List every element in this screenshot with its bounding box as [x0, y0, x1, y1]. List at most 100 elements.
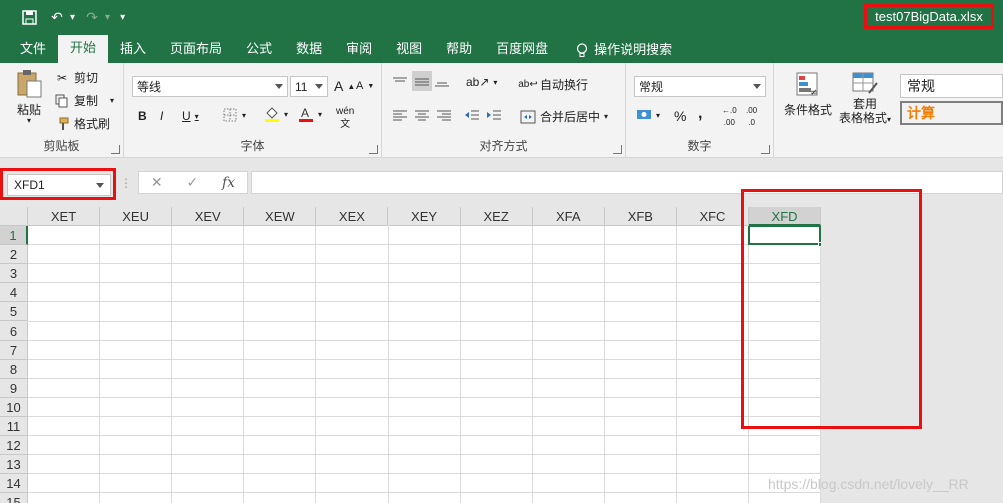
- format-painter-button[interactable]: 格式刷: [54, 115, 110, 132]
- tab-home[interactable]: 开始: [58, 35, 109, 63]
- row-header-2[interactable]: 2: [0, 245, 28, 265]
- cancel-icon[interactable]: ✕: [151, 174, 163, 191]
- redo-dropdown-icon[interactable]: ▾: [105, 12, 110, 23]
- top-align-button[interactable]: [392, 75, 408, 89]
- enter-icon[interactable]: ✓: [186, 174, 198, 191]
- name-box-dropdown-icon[interactable]: [96, 183, 104, 188]
- row-header-13[interactable]: 13: [0, 455, 28, 475]
- tab-help[interactable]: 帮助: [434, 37, 484, 63]
- save-icon[interactable]: [18, 6, 40, 28]
- align-center-button[interactable]: [414, 108, 430, 122]
- column-header-xey[interactable]: XEY: [388, 207, 461, 226]
- align-right-button[interactable]: [436, 108, 452, 122]
- column-header-xez[interactable]: XEZ: [460, 207, 533, 226]
- underline-button[interactable]: U ▾: [182, 109, 199, 123]
- tab-formulas[interactable]: 公式: [234, 37, 284, 63]
- format-as-table-dropdown-icon[interactable]: ▾: [887, 115, 891, 124]
- tab-baidu-netdisk[interactable]: 百度网盘: [484, 37, 560, 63]
- style-calculation[interactable]: 计算: [900, 101, 1003, 125]
- cells-area[interactable]: [28, 225, 824, 503]
- row-header-15[interactable]: 15: [0, 493, 28, 503]
- row-header-14[interactable]: 14: [0, 474, 28, 494]
- column-header-xew[interactable]: XEW: [244, 207, 317, 226]
- undo-icon[interactable]: ↶: [46, 6, 68, 28]
- row-header-8[interactable]: 8: [0, 359, 28, 379]
- row-header-4[interactable]: 4: [0, 283, 28, 303]
- tab-review[interactable]: 审阅: [334, 37, 384, 63]
- accounting-format-button[interactable]: ▾: [636, 108, 660, 122]
- tab-page-layout[interactable]: 页面布局: [158, 37, 234, 63]
- bottom-align-button[interactable]: [434, 75, 450, 89]
- tab-data[interactable]: 数据: [284, 37, 334, 63]
- increase-indent-button[interactable]: [486, 108, 502, 122]
- underline-dropdown-icon[interactable]: ▾: [195, 112, 199, 121]
- tab-file[interactable]: 文件: [8, 37, 58, 63]
- row-header-9[interactable]: 9: [0, 378, 28, 398]
- wrap-text-button[interactable]: ab↩ 自动换行: [518, 76, 588, 93]
- merge-center-dropdown-icon[interactable]: ▾: [604, 112, 608, 121]
- font-launcher-icon[interactable]: [369, 145, 378, 154]
- conditional-formatting-button[interactable]: ≠ 条件格式: [782, 71, 834, 118]
- column-header-xeu[interactable]: XEU: [100, 207, 173, 226]
- percent-button[interactable]: %: [674, 108, 686, 124]
- insert-function-icon[interactable]: fx: [222, 175, 235, 191]
- merge-center-button[interactable]: 合并后居中 ▾: [520, 108, 608, 125]
- shrink-font-button[interactable]: A ▼: [356, 80, 374, 92]
- align-left-button[interactable]: [392, 108, 408, 122]
- redo-icon[interactable]: ↷: [81, 6, 103, 28]
- row-header-3[interactable]: 3: [0, 264, 28, 284]
- row-header-12[interactable]: 12: [0, 436, 28, 456]
- select-all-corner[interactable]: [0, 207, 28, 226]
- name-box[interactable]: XFD1: [7, 174, 111, 196]
- undo-dropdown-icon[interactable]: ▾: [70, 12, 75, 23]
- borders-button[interactable]: ▾: [222, 108, 246, 122]
- row-header-7[interactable]: 7: [0, 340, 28, 360]
- paste-button[interactable]: 粘贴 ▾: [12, 69, 46, 125]
- column-header-xfa[interactable]: XFA: [532, 207, 605, 226]
- borders-dropdown-icon[interactable]: ▾: [242, 111, 246, 120]
- row-header-1[interactable]: 1: [0, 226, 28, 246]
- italic-button[interactable]: I: [160, 109, 163, 123]
- column-header-xfb[interactable]: XFB: [604, 207, 677, 226]
- tell-me-search[interactable]: 操作说明搜索: [564, 37, 684, 63]
- decrease-indent-button[interactable]: [464, 108, 480, 122]
- row-header-10[interactable]: 10: [0, 397, 28, 417]
- style-normal[interactable]: 常规: [900, 74, 1003, 98]
- increase-decimal-button[interactable]: ←.0.00: [722, 107, 737, 127]
- formula-bar-splitter-icon[interactable]: ⋮: [120, 176, 132, 190]
- alignment-launcher-icon[interactable]: [613, 145, 622, 154]
- font-size-select[interactable]: 11: [290, 76, 328, 97]
- comma-button[interactable]: ,: [698, 105, 702, 123]
- row-header-11[interactable]: 11: [0, 417, 28, 437]
- column-header-xex[interactable]: XEX: [316, 207, 389, 226]
- tab-view[interactable]: 视图: [384, 37, 434, 63]
- copy-dropdown-icon[interactable]: ▾: [110, 96, 114, 105]
- font-color-dropdown-icon[interactable]: ▾: [318, 110, 322, 119]
- customize-qat-icon[interactable]: ▾: [120, 12, 125, 23]
- orientation-dropdown-icon[interactable]: ▾: [493, 78, 497, 87]
- row-header-5[interactable]: 5: [0, 302, 28, 322]
- cut-button[interactable]: ✂ 剪切: [54, 69, 98, 86]
- font-name-select[interactable]: 等线: [132, 76, 288, 97]
- fill-color-dropdown-icon[interactable]: ▾: [284, 110, 288, 119]
- grow-font-button[interactable]: A ▲: [334, 78, 355, 94]
- fill-color-button[interactable]: ▾: [264, 107, 288, 122]
- accounting-format-dropdown-icon[interactable]: ▾: [656, 111, 660, 120]
- middle-align-button[interactable]: [412, 71, 432, 91]
- column-header-xfc[interactable]: XFC: [676, 207, 749, 226]
- tab-insert[interactable]: 插入: [108, 37, 158, 63]
- format-as-table-button[interactable]: 套用 表格格式▾: [836, 71, 894, 127]
- row-header-6[interactable]: 6: [0, 321, 28, 341]
- clipboard-launcher-icon[interactable]: [111, 145, 120, 154]
- column-header-xet[interactable]: XET: [28, 207, 101, 226]
- orientation-button[interactable]: ab↗ ▾: [466, 75, 497, 89]
- number-format-select[interactable]: 常规: [634, 76, 766, 97]
- phonetic-button[interactable]: wén 文: [336, 107, 354, 130]
- bold-button[interactable]: B: [138, 109, 147, 123]
- font-color-button[interactable]: A ▾: [298, 106, 322, 122]
- decrease-decimal-button[interactable]: .00.0: [746, 107, 757, 127]
- copy-button[interactable]: 复制 ▾: [54, 92, 114, 109]
- column-header-xev[interactable]: XEV: [172, 207, 245, 226]
- paste-dropdown-icon[interactable]: ▾: [27, 116, 31, 125]
- number-launcher-icon[interactable]: [761, 145, 770, 154]
